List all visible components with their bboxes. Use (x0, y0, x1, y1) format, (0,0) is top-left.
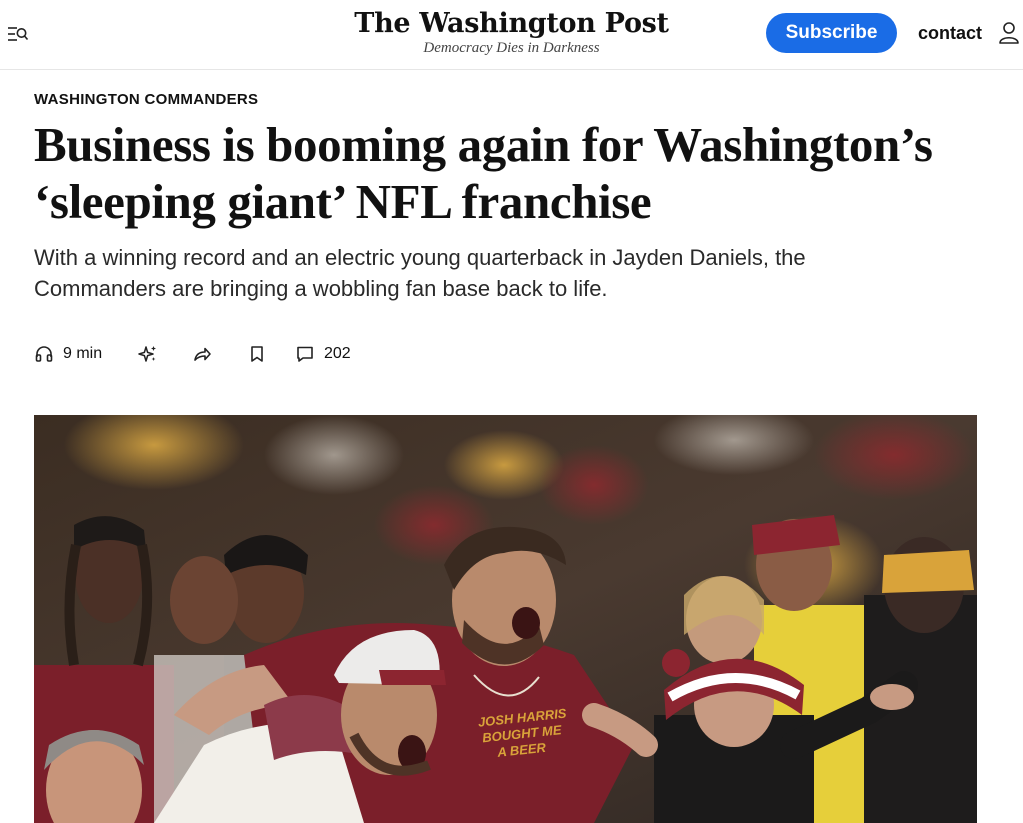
comment-icon (297, 346, 313, 362)
page: The Washington Post Democracy Dies in Da… (0, 0, 1023, 823)
article-headline: Business is booming again for Washington… (34, 117, 933, 229)
crowd-photo-illustration: JOSH HARRIS BOUGHT ME A BEER (34, 415, 977, 823)
article-subheadline: With a winning record and an electric yo… (34, 245, 806, 301)
save-button[interactable] (247, 340, 295, 368)
share-arrow-icon (194, 347, 211, 361)
comment-count: 202 (324, 345, 351, 362)
listen-duration: 9 min (63, 345, 103, 362)
share-button[interactable] (192, 340, 247, 368)
site-header: The Washington Post Democracy Dies in Da… (0, 0, 1023, 70)
listen-button[interactable]: 9 min (34, 340, 138, 368)
bookmark-icon (251, 346, 263, 362)
contact-link[interactable]: contact (918, 21, 982, 45)
article-action-bar: 9 min 202 (34, 340, 351, 368)
section-kicker[interactable]: WASHINGTON COMMANDERS (34, 91, 258, 109)
hero-photo[interactable]: JOSH HARRIS BOUGHT ME A BEER (34, 415, 977, 823)
account-button[interactable] (997, 20, 1021, 46)
headphones-icon (35, 346, 53, 362)
user-icon (999, 22, 1019, 44)
comments-button[interactable]: 202 (295, 340, 351, 368)
subscribe-button[interactable]: Subscribe (766, 13, 897, 53)
ai-summary-button[interactable] (138, 340, 192, 368)
sparkle-icon (138, 346, 156, 362)
